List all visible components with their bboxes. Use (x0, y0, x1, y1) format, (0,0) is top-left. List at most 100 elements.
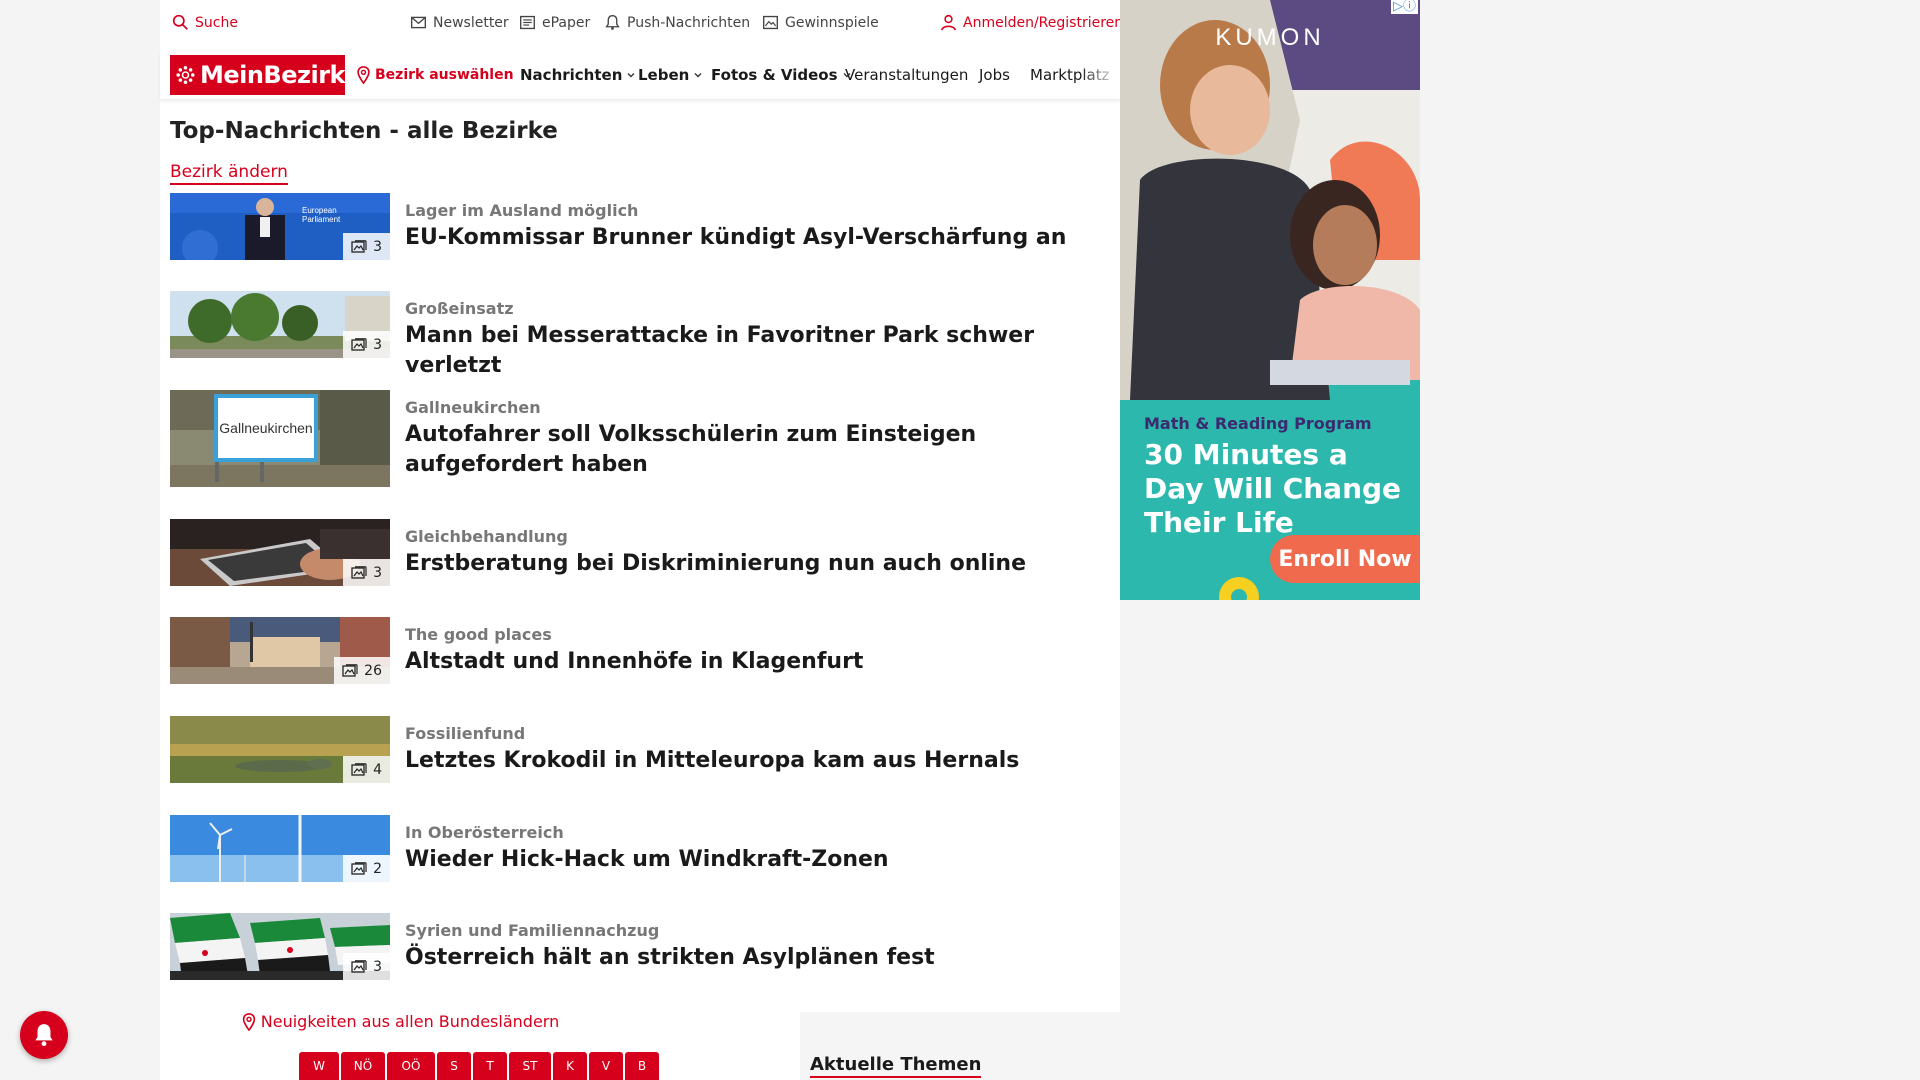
nav-label: Fotos & Videos (711, 66, 838, 84)
notification-bell-button[interactable] (20, 1011, 68, 1059)
ad-brand: KUMON (1215, 24, 1325, 51)
image-count: 26 (364, 662, 382, 679)
article-item[interactable]: 3 Gleichbehandlung Erstberatung bei Disk… (170, 519, 1110, 586)
article-kicker: Großeinsatz (405, 299, 514, 318)
nav-item-leben[interactable]: Leben (638, 66, 703, 84)
gallery-icon (351, 337, 367, 351)
nav-item-veranstaltungen[interactable]: Veranstaltungen (845, 66, 968, 84)
article-item[interactable]: 4 Fossilienfund Letztes Krokodil in Mitt… (170, 716, 1110, 783)
nav-item-jobs[interactable]: Jobs (979, 66, 1010, 84)
nav-label: Jobs (979, 66, 1010, 84)
state-tab-st[interactable]: ST (509, 1052, 551, 1080)
article-headline[interactable]: Altstadt und Innenhöfe in Klagenfurt (405, 647, 1110, 677)
bell-icon (35, 1024, 53, 1047)
mail-icon (411, 16, 426, 29)
bell-outline-icon (605, 15, 620, 30)
town-sign: Gallneukirchen (214, 394, 318, 462)
article-thumbnail[interactable]: 3 (170, 291, 390, 358)
article-thumbnail[interactable]: 3 (170, 519, 390, 586)
games-label: Gewinnspiele (785, 14, 879, 31)
image-count: 3 (373, 238, 382, 255)
state-tab-s[interactable]: S (437, 1052, 471, 1080)
advertisement[interactable]: ▷ⓘ KUMON Math & Reading Program 30 Minut… (1120, 0, 1420, 600)
article-headline[interactable]: Wieder Hick-Hack um Windkraft-Zonen (405, 845, 1110, 875)
user-icon (940, 14, 957, 31)
state-tab-k[interactable]: K (553, 1052, 587, 1080)
article-headline[interactable]: Erstberatung bei Diskriminierung nun auc… (405, 549, 1110, 579)
search-label: Suche (195, 14, 238, 31)
state-tab-ooe[interactable]: OÖ (387, 1052, 435, 1080)
article-headline[interactable]: Österreich hält an strikten Asylplänen f… (405, 943, 1110, 973)
image-count: 3 (373, 958, 382, 975)
article-item[interactable]: 2 In Oberösterreich Wieder Hick-Hack um … (170, 815, 1110, 882)
article-item[interactable]: 26 The good places Altstadt und Innenhöf… (170, 617, 1110, 684)
image-count-badge: 3 (343, 953, 390, 980)
location-pin-icon (242, 1012, 255, 1031)
games-link[interactable]: Gewinnspiele (762, 14, 879, 31)
image-count: 4 (373, 761, 382, 778)
nav-item-nachrichten[interactable]: Nachrichten (520, 66, 636, 84)
article-thumbnail[interactable]: 4 (170, 716, 390, 783)
town-sign-text: Gallneukirchen (219, 420, 313, 436)
article-headline[interactable]: Mann bei Messerattacke in Favoritner Par… (405, 321, 1110, 381)
article-headline[interactable]: Letztes Krokodil in Mitteleuropa kam aus… (405, 746, 1110, 776)
image-count: 3 (373, 336, 382, 353)
svg-text:European: European (302, 206, 337, 215)
district-label: Bezirk auswählen (375, 67, 514, 83)
gallery-icon (351, 565, 367, 579)
image-count: 3 (373, 564, 382, 581)
article-kicker: Lager im Ausland möglich (405, 201, 639, 220)
article-thumbnail[interactable]: European Parliament 3 (170, 193, 390, 260)
page-title: Top-Nachrichten - alle Bezirke (170, 118, 558, 144)
picture-icon (763, 15, 778, 30)
newsletter-link[interactable]: Newsletter (410, 14, 509, 31)
chevron-down-icon (627, 73, 635, 78)
image-count-badge: 3 (343, 559, 390, 586)
image-count-badge: 26 (334, 657, 390, 684)
image-count: 2 (373, 860, 382, 877)
gallery-icon (351, 239, 367, 253)
adchoices-icon[interactable]: ▷ⓘ (1391, 0, 1418, 14)
search-icon (172, 14, 188, 30)
article-item[interactable]: European Parliament 3 Lager im Ausland m… (170, 193, 1110, 260)
article-headline[interactable]: Autofahrer soll Volksschülerin zum Einst… (405, 420, 1110, 480)
search-link[interactable]: Suche (172, 14, 238, 31)
main-column: Suche Newsletter ePaper Push-Nachrichten… (160, 0, 1123, 1080)
article-item[interactable]: Gallneukirchen Gallneukirchen Autofahrer… (170, 390, 1110, 487)
epaper-link[interactable]: ePaper (519, 14, 590, 31)
article-thumbnail[interactable]: 3 (170, 913, 390, 980)
utility-bar: Suche Newsletter ePaper Push-Nachrichten… (160, 0, 1123, 46)
svg-text:Parliament: Parliament (302, 215, 341, 224)
state-tab-noe[interactable]: NÖ (341, 1052, 385, 1080)
article-item[interactable]: 3 Großeinsatz Mann bei Messerattacke in … (170, 291, 1110, 378)
states-title[interactable]: Neuigkeiten aus allen Bundesländern (160, 1012, 640, 1031)
nav-overflow-fade (1080, 50, 1120, 99)
login-label: Anmelden/Registrieren (963, 14, 1124, 31)
topics-title[interactable]: Aktuelle Themen (810, 1054, 982, 1078)
article-thumbnail[interactable]: 26 (170, 617, 390, 684)
site-logo[interactable]: MeinBezirk (170, 55, 346, 95)
article-headline[interactable]: EU-Kommissar Brunner kündigt Asyl-Versch… (405, 223, 1110, 253)
change-district-link[interactable]: Bezirk ändern (170, 162, 288, 185)
state-tab-b[interactable]: B (625, 1052, 659, 1080)
ad-enroll-button[interactable]: Enroll Now (1270, 535, 1420, 583)
article-thumbnail[interactable]: 2 (170, 815, 390, 882)
article-item[interactable]: 3 Syrien und Familiennachzug Österreich … (170, 913, 1110, 980)
logo-text: MeinBezirk (199, 61, 346, 89)
topics-panel: Aktuelle Themen (800, 1012, 1120, 1080)
state-tab-t[interactable]: T (473, 1052, 507, 1080)
state-tab-v[interactable]: V (589, 1052, 623, 1080)
nav-item-fotos-videos[interactable]: Fotos & Videos (711, 66, 852, 84)
state-tab-w[interactable]: W (299, 1052, 339, 1080)
main-navigation: MeinBezirk Bezirk auswählen Nachrichten … (160, 50, 1120, 100)
location-pin-icon (357, 66, 370, 84)
gallery-icon (351, 861, 367, 875)
ad-headline: 30 Minutes a Day Will Change Their Life (1144, 438, 1402, 539)
ad-decor-shape (1219, 577, 1259, 600)
article-thumbnail[interactable]: Gallneukirchen (170, 390, 390, 487)
district-select[interactable]: Bezirk auswählen (356, 66, 514, 84)
push-link[interactable]: Push-Nachrichten (604, 14, 750, 31)
login-link[interactable]: Anmelden/Registrieren (940, 14, 1123, 31)
article-kicker: Gleichbehandlung (405, 527, 568, 546)
article-kicker: Syrien und Familiennachzug (405, 921, 660, 940)
